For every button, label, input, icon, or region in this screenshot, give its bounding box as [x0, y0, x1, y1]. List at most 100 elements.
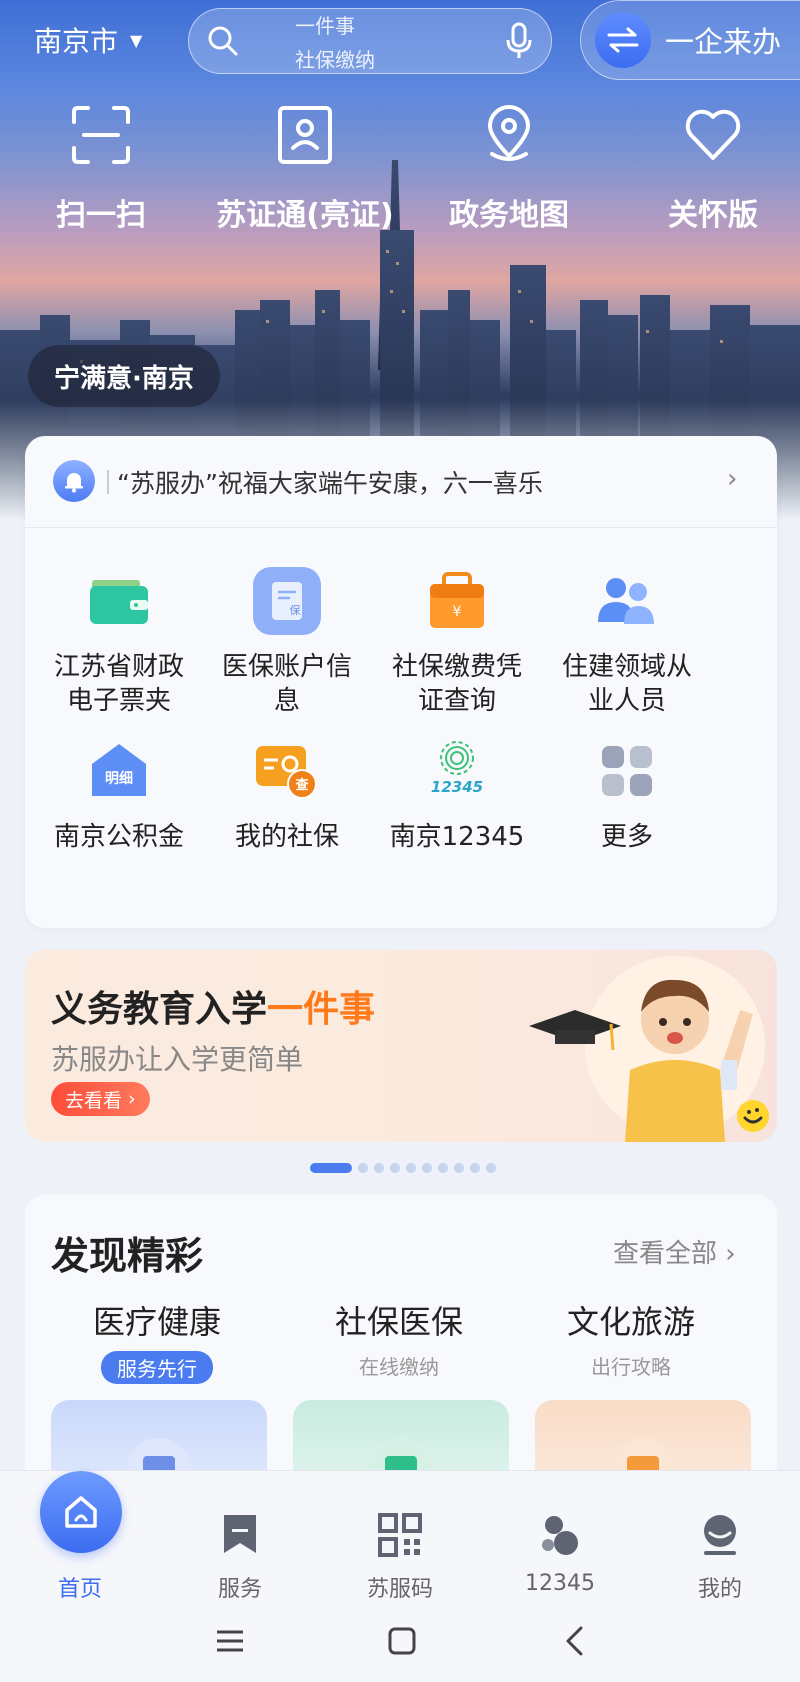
divider	[107, 470, 109, 494]
carousel-dot-active[interactable]	[310, 1163, 352, 1173]
hotline-icon-text: 12345	[431, 778, 483, 796]
service-label: 医保账户信 息	[193, 650, 381, 718]
notice-text: “苏服办”祝福大家端午安康，六一喜乐	[117, 469, 543, 498]
chevron-right-icon: ›	[725, 1239, 736, 1269]
service-label-line: 医保账户信	[221, 652, 352, 682]
section-title: 发现精彩	[51, 1234, 204, 1278]
hotline-icon	[542, 1516, 578, 1555]
nav-12345[interactable]: 12345	[480, 1489, 640, 1596]
housing-fund-icon-text: 明细	[105, 770, 133, 787]
nav-label: 首页	[57, 1577, 102, 1602]
category-subtitle: 出行攻略	[591, 1355, 671, 1379]
heart-icon	[685, 109, 741, 160]
carousel-dot[interactable]	[422, 1163, 432, 1173]
search-hint-carousel: 一件事 社保缴纳	[265, 8, 503, 74]
service-nanjing-housing-fund[interactable]: 明细 南京公积金	[25, 736, 213, 854]
carousel-dot[interactable]	[406, 1163, 416, 1173]
enterprise-label: 一企来办	[665, 25, 782, 59]
home-icon	[40, 1471, 122, 1553]
notice-bar[interactable]: “苏服办”祝福大家端午安康，六一喜乐 ›	[25, 436, 777, 528]
service-housing-practitioners[interactable]: 住建领域从 业人员	[533, 566, 721, 718]
nav-label: 苏服码	[366, 1577, 433, 1602]
profile-icon	[704, 1515, 736, 1555]
service-label-line: 电子票夹	[66, 686, 171, 716]
svg-text:¥: ¥	[453, 604, 462, 620]
banner-go-button[interactable]: 去看看 ›	[51, 1082, 150, 1116]
nav-su-code[interactable]: 苏服码	[320, 1489, 480, 1603]
swap-arrows-icon	[595, 12, 651, 68]
quick-action-care-mode[interactable]: 关怀版	[618, 100, 800, 234]
service-label: 我的社保	[234, 822, 339, 852]
category-badge: 服务先行	[101, 1351, 213, 1384]
search-hint: 社保缴纳	[295, 48, 375, 72]
nav-services[interactable]: 服务	[160, 1489, 320, 1603]
search-hint: 一件事	[295, 14, 355, 38]
chevron-right-icon: ›	[727, 464, 738, 494]
service-my-social-security[interactable]: 查 我的社保	[193, 736, 381, 854]
category-name: 医疗健康	[92, 1303, 221, 1341]
service-social-security-receipt[interactable]: ¥ 社保缴费凭 证查询	[363, 566, 551, 718]
nav-label: 12345	[525, 1571, 595, 1596]
category-social-medical-insurance[interactable]: 社保医保 在线缴纳	[299, 1297, 499, 1380]
carousel-dot[interactable]	[486, 1163, 496, 1173]
insurance-badge-text: 保	[290, 603, 301, 617]
quick-action-scan[interactable]: 扫一扫	[6, 100, 196, 234]
service-label-line: 证查询	[417, 686, 496, 716]
view-all-link[interactable]: 查看全部 ›	[613, 1233, 736, 1270]
banner-title-main: 义务教育入学	[51, 989, 268, 1030]
quick-action-label: 扫一扫	[56, 198, 146, 233]
service-label: 更多	[600, 822, 653, 852]
service-nanjing-12345[interactable]: 12345 南京12345	[363, 736, 551, 854]
service-label-line: 业人员	[587, 686, 666, 716]
banner-button-label: 去看看	[65, 1089, 123, 1112]
nav-home[interactable]: 首页	[0, 1471, 160, 1603]
nav-me[interactable]: 我的	[640, 1489, 800, 1603]
service-label: 社保缴费凭 证查询	[363, 650, 551, 718]
search-bar[interactable]: 一件事 社保缴纳	[188, 8, 552, 74]
banner-title: 义务教育入学一件事	[51, 980, 375, 1032]
service-label: 住建领域从 业人员	[533, 650, 721, 718]
service-card: “苏服办”祝福大家端午安康，六一喜乐 › 江苏省财政 电子票夹 保 医保账户信 …	[25, 436, 777, 928]
banner-subtitle: 苏服办让入学更简单	[51, 1043, 304, 1076]
quick-action-id-card[interactable]: 苏证通(亮证)	[210, 100, 400, 234]
service-more[interactable]: 更多	[533, 736, 721, 854]
people-icon	[598, 578, 654, 624]
carousel-dot[interactable]	[454, 1163, 464, 1173]
microphone-icon[interactable]	[503, 21, 535, 61]
service-fiscal-e-invoice[interactable]: 江苏省财政 电子票夹	[25, 566, 213, 718]
top-bar: 南京市 ▼ 一件事 社保缴纳 一企来办	[0, 0, 800, 80]
quick-action-gov-map[interactable]: 政务地图	[414, 100, 604, 234]
carousel-dot[interactable]	[374, 1163, 384, 1173]
banner-title-accent: 一件事	[267, 989, 376, 1030]
city-name: 南京市	[34, 25, 119, 58]
discover-section: 发现精彩 查看全部 › 医疗健康 服务先行 社保医保 在线缴纳 文化旅游 出行攻…	[25, 1195, 777, 1502]
carousel-dot[interactable]	[390, 1163, 400, 1173]
bell-icon	[53, 460, 95, 502]
query-badge-text: 查	[294, 777, 309, 793]
map-pin-icon	[487, 105, 531, 161]
search-icon	[208, 26, 238, 56]
id-card-icon	[278, 106, 332, 164]
carousel-indicator	[310, 1162, 496, 1174]
carousel-dot[interactable]	[438, 1163, 448, 1173]
city-selector[interactable]: 南京市 ▼	[34, 20, 142, 60]
quick-action-label: 苏证通(亮证)	[216, 198, 394, 233]
service-label: 南京12345	[389, 822, 525, 852]
medical-insurance-icon: 保	[253, 567, 321, 635]
menu-icon[interactable]	[205, 1616, 255, 1666]
enterprise-service-button[interactable]: 一企来办	[580, 0, 800, 80]
home-square-icon[interactable]	[377, 1616, 427, 1666]
service-label-line: 江苏省财政	[53, 652, 184, 682]
back-icon[interactable]	[550, 1616, 600, 1666]
service-medical-account[interactable]: 保 医保账户信 息	[193, 566, 381, 718]
housing-fund-icon: 明细	[92, 744, 146, 796]
system-navigation-bar	[0, 1600, 800, 1682]
wallet-icon	[90, 580, 148, 624]
carousel-dot[interactable]	[470, 1163, 480, 1173]
quick-actions: 扫一扫 苏证通(亮证) 政务地图 关怀版	[0, 100, 800, 240]
category-culture-tourism[interactable]: 文化旅游 出行攻略	[531, 1297, 731, 1380]
category-medical-health[interactable]: 医疗健康 服务先行	[57, 1297, 257, 1384]
view-all-label: 查看全部	[613, 1239, 718, 1269]
promo-banner[interactable]: 义务教育入学一件事 苏服办让入学更简单 去看看 ›	[25, 950, 777, 1142]
carousel-dot[interactable]	[358, 1163, 368, 1173]
